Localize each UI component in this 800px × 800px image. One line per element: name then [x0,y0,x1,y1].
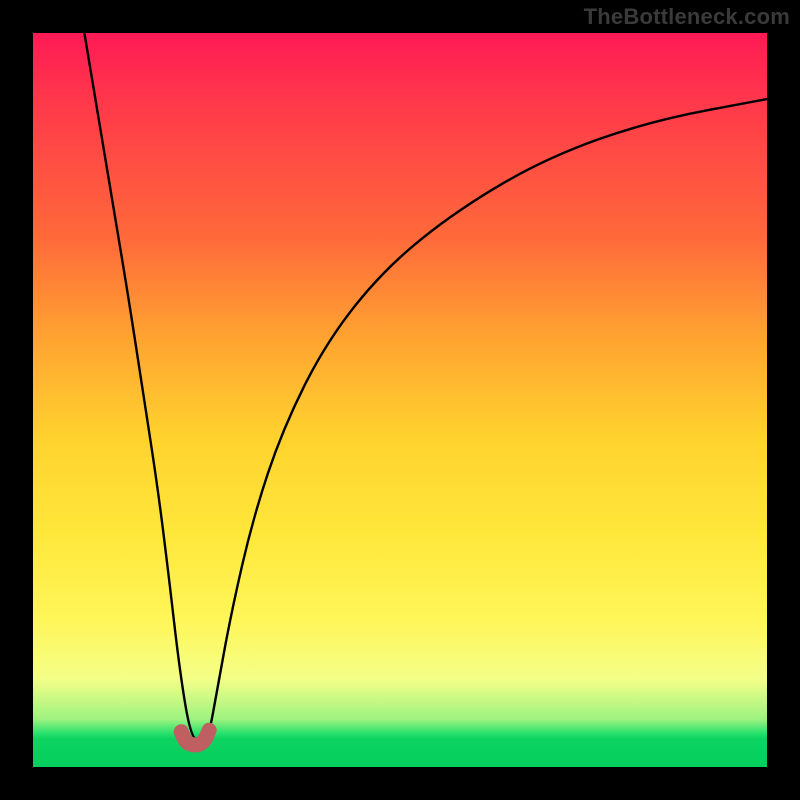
chart-frame: TheBottleneck.com [0,0,800,800]
watermark-text: TheBottleneck.com [584,4,790,30]
plot-area [33,33,767,767]
optimal-marker [181,730,209,745]
curve-svg [33,33,767,767]
bottleneck-curve [84,33,767,740]
